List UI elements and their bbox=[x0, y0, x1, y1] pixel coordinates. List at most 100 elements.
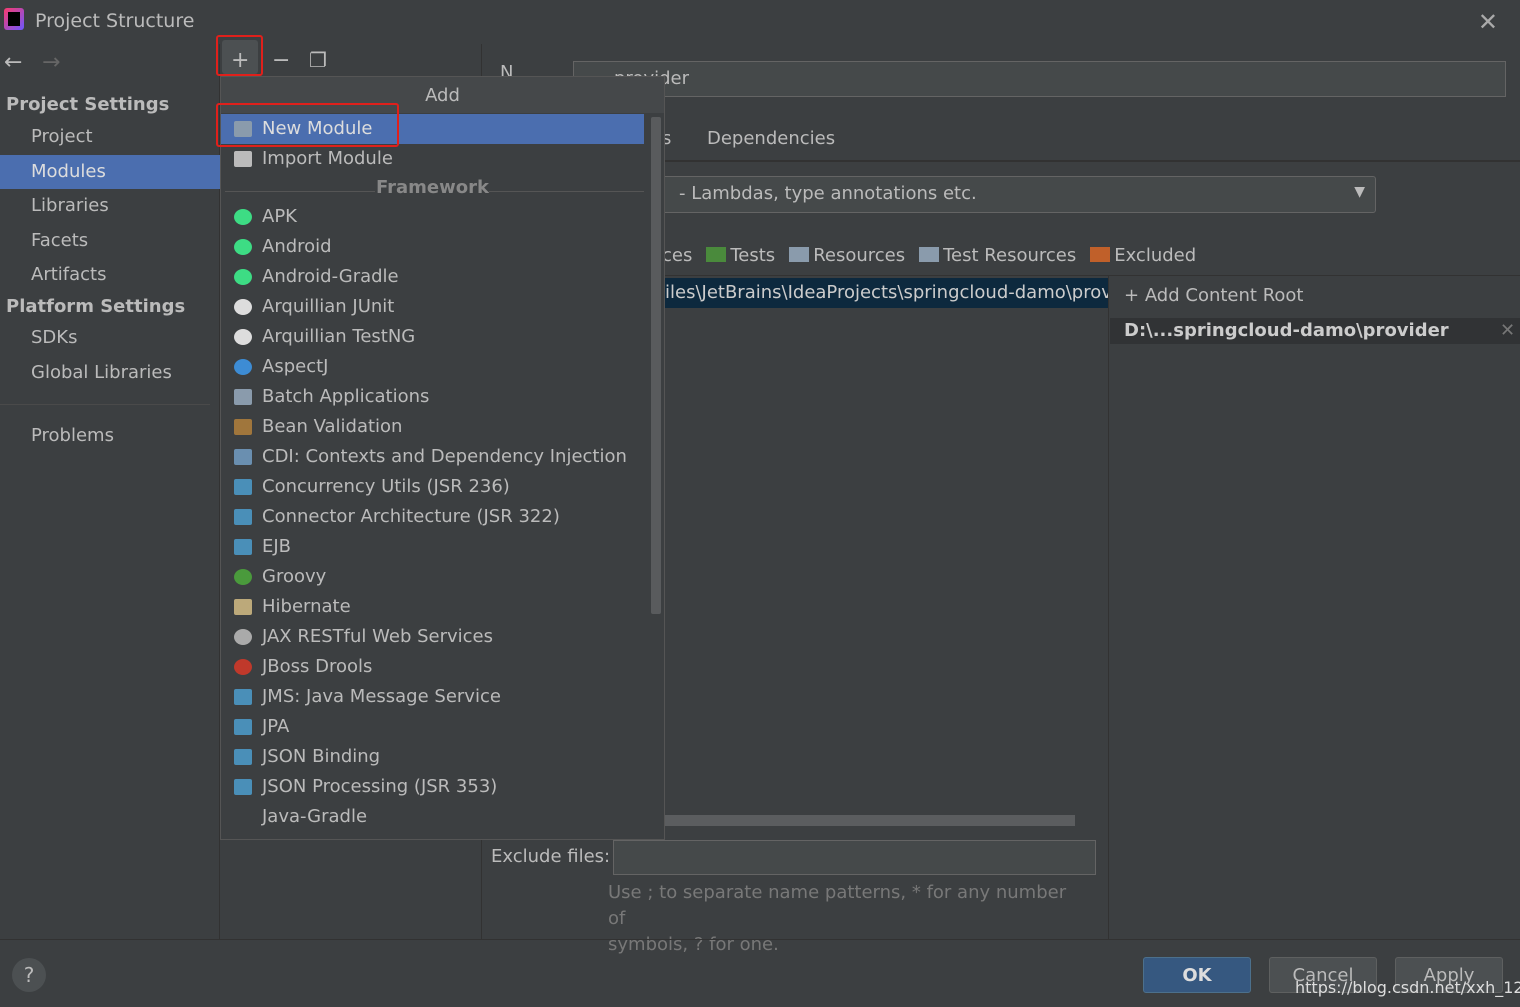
menu-item-label: JSON Processing (JSR 353) bbox=[262, 776, 498, 797]
intellij-logo-icon bbox=[4, 8, 24, 30]
plus-icon: + bbox=[1124, 285, 1145, 306]
menu-item-label: JSON Binding bbox=[262, 746, 381, 767]
menu-item-arquillian-junit[interactable]: Arquillian JUnit bbox=[221, 292, 644, 322]
folder-icon bbox=[1090, 247, 1111, 262]
divider bbox=[0, 404, 210, 405]
globe-icon bbox=[234, 629, 252, 645]
folder-icon bbox=[706, 247, 727, 262]
sidebar-item-problems[interactable]: Problems bbox=[0, 419, 220, 453]
menu-item-batch-applications[interactable]: Batch Applications bbox=[221, 382, 644, 412]
menu-item-label: Arquillian TestNG bbox=[262, 326, 416, 347]
add-content-root-button[interactable]: + Add Content Root bbox=[1124, 285, 1303, 306]
language-level-select[interactable]: - Lambdas, type annotations etc. ▼ bbox=[600, 176, 1376, 213]
sidebar-item-libraries[interactable]: Libraries bbox=[0, 189, 220, 223]
name-input[interactable]: provider bbox=[573, 61, 1506, 97]
sidebar-item-modules[interactable]: Modules bbox=[0, 155, 220, 189]
hibernate-icon bbox=[234, 599, 252, 615]
cdi-icon bbox=[234, 449, 252, 465]
mark-as-tests[interactable]: Tests bbox=[706, 245, 775, 266]
menu-item-aspectj[interactable]: AspectJ bbox=[221, 352, 644, 382]
menu-item-label: Connector Architecture (JSR 322) bbox=[262, 506, 560, 527]
forward-arrow-icon[interactable]: → bbox=[42, 50, 60, 75]
watermark: https://blog.csdn.net/xxh_1229 bbox=[1295, 978, 1520, 997]
chevron-down-icon: ▼ bbox=[1354, 184, 1365, 200]
exclude-files-input[interactable] bbox=[613, 840, 1096, 875]
menu-item-android-gradle[interactable]: Android-Gradle bbox=[221, 262, 644, 292]
menu-item-label: Bean Validation bbox=[262, 416, 403, 437]
android-icon bbox=[234, 269, 252, 285]
menu-item-label: CDI: Contexts and Dependency Injection bbox=[262, 446, 627, 467]
menu-item-jms-java-message-service[interactable]: JMS: Java Message Service bbox=[221, 682, 644, 712]
horizontal-scrollbar[interactable] bbox=[665, 815, 1075, 826]
sidebar-item-facets[interactable]: Facets bbox=[0, 224, 220, 258]
mark-as-ces[interactable]: ces bbox=[662, 245, 692, 266]
menu-item-json-binding[interactable]: JSON Binding bbox=[221, 742, 644, 772]
menu-item-label: JAX RESTful Web Services bbox=[262, 626, 493, 647]
popup-scrollbar[interactable] bbox=[651, 117, 661, 614]
remove-root-icon[interactable]: ✕ bbox=[1500, 320, 1515, 341]
menu-item-ejb[interactable]: EJB bbox=[221, 532, 644, 562]
folder-icon bbox=[234, 389, 252, 405]
bean-icon bbox=[234, 419, 252, 435]
mark-as-excluded[interactable]: Excluded bbox=[1090, 245, 1196, 266]
sidebar-section-header: Project Settings bbox=[6, 94, 170, 115]
menu-item-label: Hibernate bbox=[262, 596, 351, 617]
add-popup-menu: Add Framework New Module Import Module APK… bbox=[220, 76, 665, 840]
menu-item-jax-restful-web-services[interactable]: JAX RESTful Web Services bbox=[221, 622, 644, 652]
import-icon bbox=[234, 151, 252, 167]
menu-item-hibernate[interactable]: Hibernate bbox=[221, 592, 644, 622]
menu-item-jpa[interactable]: JPA bbox=[221, 712, 644, 742]
content-root-tree-item[interactable]: iles\JetBrains\IdeaProjects\springcloud-… bbox=[665, 278, 1108, 308]
menu-item-label: Import Module bbox=[262, 148, 393, 169]
back-arrow-icon[interactable]: ← bbox=[4, 50, 22, 75]
arquillian-icon bbox=[234, 299, 252, 315]
close-icon[interactable]: ✕ bbox=[1478, 8, 1498, 36]
mark-as-test-resources[interactable]: Test Resources bbox=[919, 245, 1076, 266]
menu-item-groovy[interactable]: Groovy bbox=[221, 562, 644, 592]
javaee-icon bbox=[234, 539, 252, 555]
menu-item-cdi-contexts-and-dependency-injection[interactable]: CDI: Contexts and Dependency Injection bbox=[221, 442, 644, 472]
sidebar-section-header: Platform Settings bbox=[6, 296, 186, 317]
exclude-files-label: Exclude files: bbox=[491, 846, 611, 867]
sidebar-item-project[interactable]: Project bbox=[0, 120, 220, 154]
menu-item-label: AspectJ bbox=[262, 356, 329, 377]
javaee-icon bbox=[234, 479, 252, 495]
ok-button[interactable]: OK bbox=[1143, 957, 1251, 993]
menu-item-label: JMS: Java Message Service bbox=[262, 686, 501, 707]
menu-item-apk[interactable]: APK bbox=[221, 202, 644, 232]
android-icon bbox=[234, 239, 252, 255]
jpa-icon bbox=[234, 719, 252, 735]
menu-item-android[interactable]: Android bbox=[221, 232, 644, 262]
menu-item-bean-validation[interactable]: Bean Validation bbox=[221, 412, 644, 442]
menu-item-label: JPA bbox=[262, 716, 290, 737]
language-level-value: - Lambdas, type annotations etc. bbox=[679, 183, 977, 204]
framework-section-header: Framework bbox=[221, 177, 644, 198]
folder-icon bbox=[789, 247, 810, 262]
menu-item-label: Android-Gradle bbox=[262, 266, 399, 287]
menu-item-label: EJB bbox=[262, 536, 292, 557]
arquillian-icon bbox=[234, 329, 252, 345]
javaee-icon bbox=[234, 779, 252, 795]
menu-item-label: Batch Applications bbox=[262, 386, 430, 407]
menu-item-import-module[interactable]: Import Module bbox=[221, 144, 644, 174]
help-button[interactable]: ? bbox=[12, 958, 46, 992]
menu-item-json-processing-jsr-353[interactable]: JSON Processing (JSR 353) bbox=[221, 772, 644, 802]
sidebar-item-artifacts[interactable]: Artifacts bbox=[0, 258, 220, 292]
remove-icon[interactable]: − bbox=[272, 48, 290, 73]
menu-item-label: Concurrency Utils (JSR 236) bbox=[262, 476, 510, 497]
menu-item-arquillian-testng[interactable]: Arquillian TestNG bbox=[221, 322, 644, 352]
tab-dependencies[interactable]: Dependencies bbox=[707, 128, 835, 149]
sidebar-item-global-libraries[interactable]: Global Libraries bbox=[0, 356, 220, 390]
aspectj-icon bbox=[234, 359, 252, 375]
menu-item-connector-architecture-jsr-322[interactable]: Connector Architecture (JSR 322) bbox=[221, 502, 644, 532]
menu-item-label: Android bbox=[262, 236, 332, 257]
sidebar-item-sdks[interactable]: SDKs bbox=[0, 321, 220, 355]
copy-icon[interactable]: ❐ bbox=[309, 48, 327, 72]
javaee-icon bbox=[234, 509, 252, 525]
menu-item-java-gradle[interactable]: Java-Gradle bbox=[221, 802, 644, 832]
mark-as-resources[interactable]: Resources bbox=[789, 245, 905, 266]
groovy-icon bbox=[234, 569, 252, 585]
menu-item-concurrency-utils-jsr-236[interactable]: Concurrency Utils (JSR 236) bbox=[221, 472, 644, 502]
android-icon bbox=[234, 209, 252, 225]
menu-item-jboss-drools[interactable]: JBoss Drools bbox=[221, 652, 644, 682]
